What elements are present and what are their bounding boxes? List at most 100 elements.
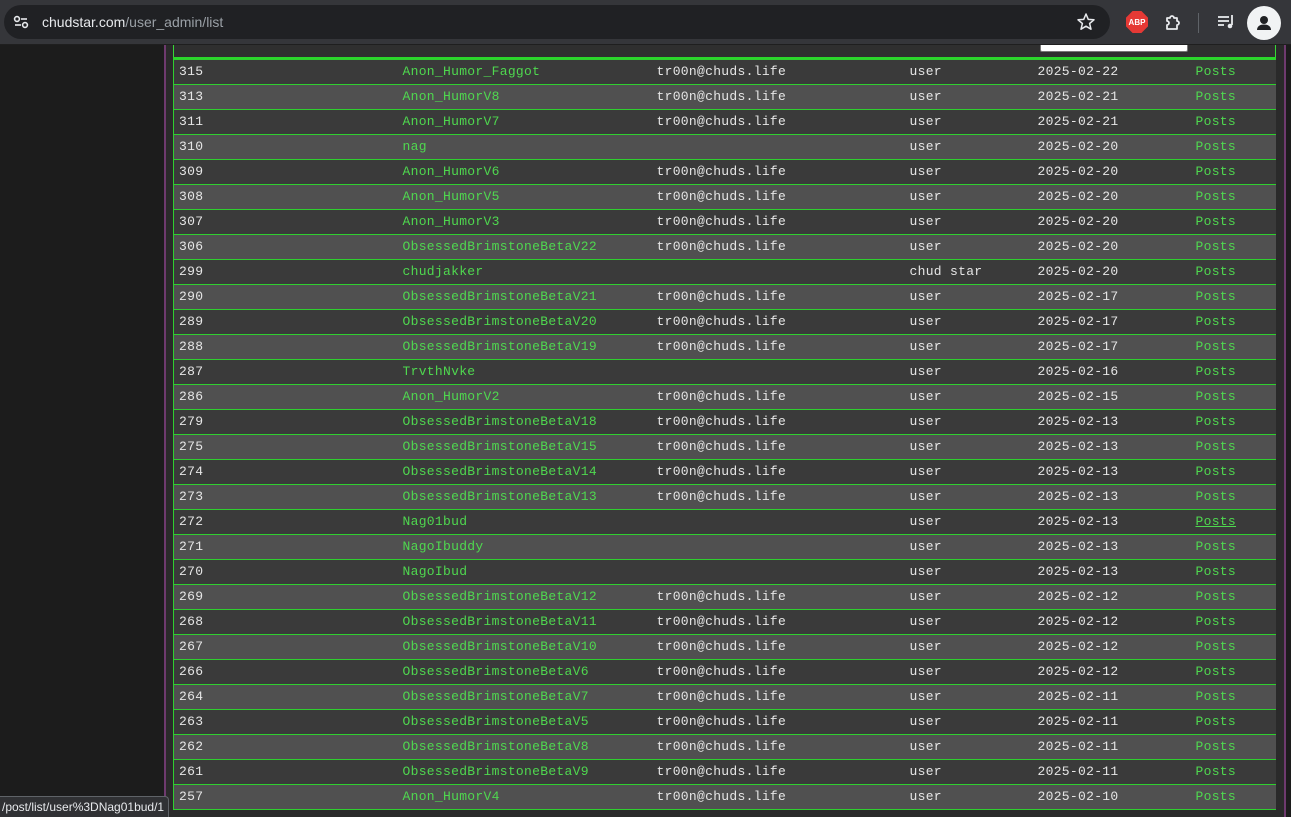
user-email: tr00n@chuds.life bbox=[656, 664, 787, 679]
join-date: 2025-02-20 bbox=[1037, 214, 1119, 229]
username-link[interactable]: ObsessedBrimstoneBetaV21 bbox=[403, 289, 597, 304]
user-email: tr00n@chuds.life bbox=[656, 764, 787, 779]
posts-link[interactable]: Posts bbox=[1196, 339, 1237, 354]
username-link[interactable]: ObsessedBrimstoneBetaV6 bbox=[403, 664, 589, 679]
tune-icon[interactable] bbox=[10, 11, 32, 33]
user-email: tr00n@chuds.life bbox=[656, 639, 787, 654]
posts-link[interactable]: Posts bbox=[1196, 264, 1237, 279]
user-role: user bbox=[909, 464, 942, 479]
username-link[interactable]: ObsessedBrimstoneBetaV7 bbox=[403, 689, 589, 704]
posts-link[interactable]: Posts bbox=[1196, 639, 1237, 654]
table-cell: tr00n@chuds.life bbox=[651, 709, 905, 735]
table-row: 306 ObsessedBrimstoneBetaV22 tr00n@chuds.l… bbox=[173, 234, 1276, 260]
posts-link[interactable]: Posts bbox=[1196, 114, 1237, 129]
posts-link[interactable]: Posts bbox=[1196, 189, 1237, 204]
table-cell: user bbox=[904, 209, 1033, 235]
username-link[interactable]: ObsessedBrimstoneBetaV14 bbox=[403, 464, 597, 479]
table-cell: tr00n@chuds.life bbox=[651, 334, 905, 360]
filter-input[interactable] bbox=[1040, 45, 1188, 52]
link-status-bar: /post/list/user%3DNag01bud/1 bbox=[0, 796, 170, 817]
table-cell: 2025-02-12 bbox=[1032, 584, 1191, 610]
table-cell: user bbox=[904, 84, 1033, 110]
address-bar[interactable]: chudstar.com/user_admin/list bbox=[4, 5, 1110, 39]
username-link[interactable]: Nag01bud bbox=[403, 514, 468, 529]
username-link[interactable]: Anon_HumorV8 bbox=[403, 89, 500, 104]
username-link[interactable]: Anon_HumorV3 bbox=[403, 214, 500, 229]
table-cell: tr00n@chuds.life bbox=[651, 659, 905, 685]
posts-link[interactable]: Posts bbox=[1196, 389, 1237, 404]
star-icon[interactable] bbox=[1076, 12, 1096, 32]
table-cell: 264 bbox=[173, 684, 398, 710]
posts-link[interactable]: Posts bbox=[1196, 89, 1237, 104]
username-link[interactable]: ObsessedBrimstoneBetaV13 bbox=[403, 489, 597, 504]
table-cell: Posts bbox=[1190, 334, 1276, 360]
user-id: 286 bbox=[179, 389, 204, 404]
posts-link[interactable]: Posts bbox=[1196, 139, 1237, 154]
username-link[interactable]: Anon_HumorV4 bbox=[403, 789, 500, 804]
posts-link[interactable]: Posts bbox=[1196, 464, 1237, 479]
user-email: tr00n@chuds.life bbox=[656, 439, 787, 454]
username-link[interactable]: ObsessedBrimstoneBetaV18 bbox=[403, 414, 597, 429]
username-link[interactable]: NagoIbuddy bbox=[403, 539, 484, 554]
table-cell: 268 bbox=[173, 609, 398, 635]
username-link[interactable]: ObsessedBrimstoneBetaV9 bbox=[403, 764, 589, 779]
table-cell: 273 bbox=[173, 484, 398, 510]
posts-link[interactable]: Posts bbox=[1196, 439, 1237, 454]
username-link[interactable]: TrvthNvke bbox=[403, 364, 476, 379]
username-link[interactable]: ObsessedBrimstoneBetaV8 bbox=[403, 739, 589, 754]
posts-link[interactable]: Posts bbox=[1196, 214, 1237, 229]
username-link[interactable]: Anon_Humor_Faggot bbox=[403, 64, 541, 79]
user-role: user bbox=[909, 789, 942, 804]
username-link[interactable]: NagoIbud bbox=[403, 564, 468, 579]
posts-link[interactable]: Posts bbox=[1196, 589, 1237, 604]
posts-link[interactable]: Posts bbox=[1196, 314, 1237, 329]
username-link[interactable]: ObsessedBrimstoneBetaV12 bbox=[403, 589, 597, 604]
posts-link[interactable]: Posts bbox=[1196, 764, 1237, 779]
username-link[interactable]: chudjakker bbox=[403, 264, 484, 279]
table-cell: Posts bbox=[1190, 409, 1276, 435]
posts-link[interactable]: Posts bbox=[1196, 64, 1237, 79]
join-date: 2025-02-12 bbox=[1037, 639, 1119, 654]
posts-link[interactable]: Posts bbox=[1196, 614, 1237, 629]
posts-link[interactable]: Posts bbox=[1196, 164, 1237, 179]
user-id: 271 bbox=[179, 539, 204, 554]
username-link[interactable]: Anon_HumorV5 bbox=[403, 189, 500, 204]
posts-link[interactable]: Posts bbox=[1196, 689, 1237, 704]
posts-link[interactable]: Posts bbox=[1196, 564, 1237, 579]
username-link[interactable]: ObsessedBrimstoneBetaV5 bbox=[403, 714, 589, 729]
table-cell: 311 bbox=[173, 109, 398, 135]
username-link[interactable]: ObsessedBrimstoneBetaV11 bbox=[403, 614, 597, 629]
table-cell: user bbox=[904, 384, 1033, 410]
posts-link[interactable]: Posts bbox=[1196, 739, 1237, 754]
posts-link[interactable]: Posts bbox=[1196, 664, 1237, 679]
posts-link[interactable]: Posts bbox=[1196, 364, 1237, 379]
url-text[interactable]: chudstar.com/user_admin/list bbox=[42, 13, 223, 31]
extensions-icon[interactable] bbox=[1162, 10, 1186, 34]
adblock-plus-icon[interactable]: ABP bbox=[1126, 11, 1148, 33]
username-link[interactable]: Anon_HumorV2 bbox=[403, 389, 500, 404]
username-link[interactable]: ObsessedBrimstoneBetaV22 bbox=[403, 239, 597, 254]
user-role: user bbox=[909, 564, 942, 579]
posts-link[interactable]: Posts bbox=[1196, 514, 1237, 529]
username-link[interactable]: Anon_HumorV7 bbox=[403, 114, 500, 129]
posts-link[interactable]: Posts bbox=[1196, 239, 1237, 254]
posts-link[interactable]: Posts bbox=[1196, 789, 1237, 804]
posts-link[interactable]: Posts bbox=[1196, 539, 1237, 554]
table-row: 264 ObsessedBrimstoneBetaV7 tr00n@chuds.li… bbox=[173, 684, 1276, 710]
username-link[interactable]: ObsessedBrimstoneBetaV19 bbox=[403, 339, 597, 354]
media-controls-icon[interactable] bbox=[1214, 10, 1238, 34]
posts-link[interactable]: Posts bbox=[1196, 714, 1237, 729]
username-link[interactable]: nag bbox=[403, 139, 427, 154]
user-id: 267 bbox=[179, 639, 204, 654]
posts-link[interactable]: Posts bbox=[1196, 414, 1237, 429]
profile-icon[interactable] bbox=[1247, 6, 1281, 40]
user-email: tr00n@chuds.life bbox=[656, 164, 787, 179]
username-link[interactable]: ObsessedBrimstoneBetaV20 bbox=[403, 314, 597, 329]
username-link[interactable]: ObsessedBrimstoneBetaV15 bbox=[403, 439, 597, 454]
table-cell: Posts bbox=[1190, 559, 1276, 585]
username-link[interactable]: Anon_HumorV6 bbox=[403, 164, 500, 179]
posts-link[interactable]: Posts bbox=[1196, 289, 1237, 304]
username-link[interactable]: ObsessedBrimstoneBetaV10 bbox=[403, 639, 597, 654]
user-role: user bbox=[909, 714, 942, 729]
posts-link[interactable]: Posts bbox=[1196, 489, 1237, 504]
